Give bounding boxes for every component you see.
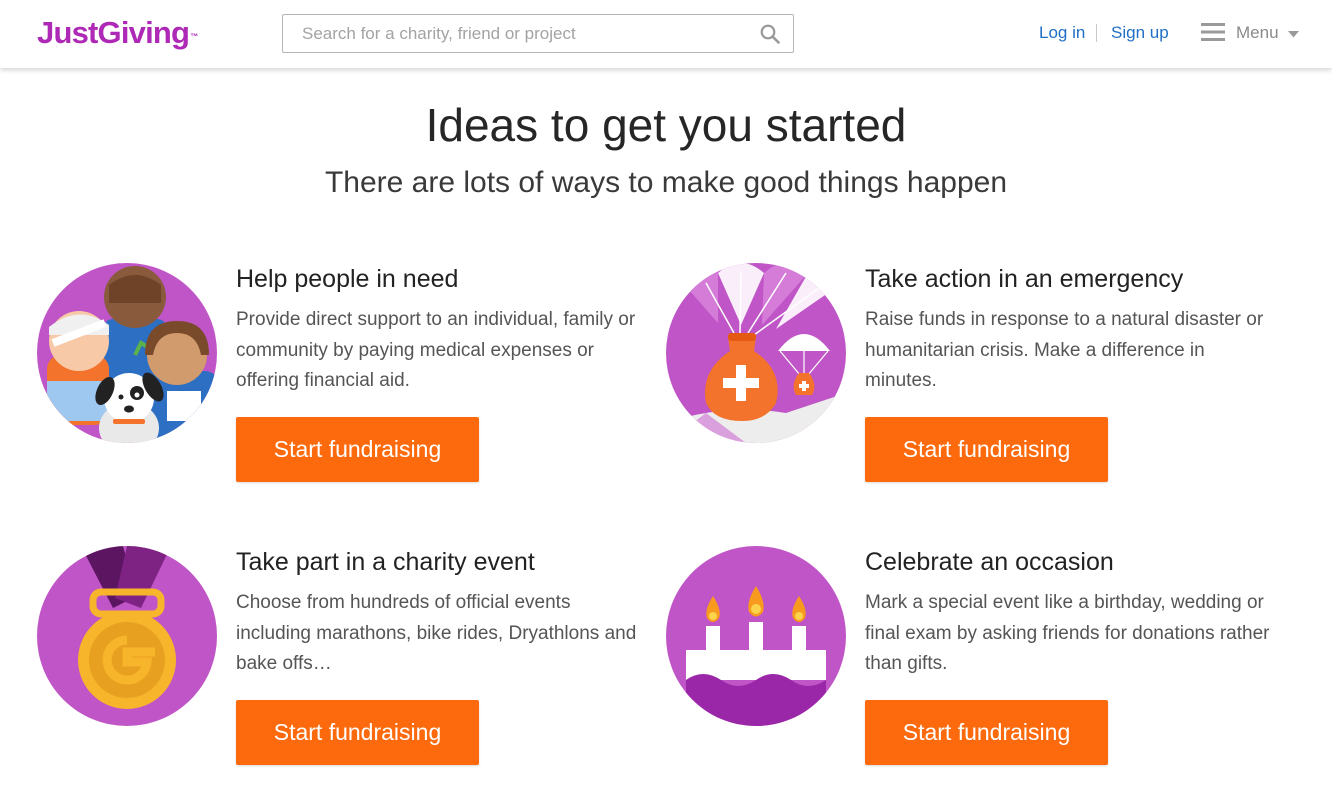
start-fundraising-button[interactable]: Start fundraising <box>236 700 479 765</box>
menu-label: Menu <box>1236 23 1279 42</box>
card-description: Raise funds in response to a natural dis… <box>865 309 1264 391</box>
birthday-cake-icon <box>666 546 846 726</box>
card-description: Choose from hundreds of official events … <box>236 592 637 674</box>
card-title: Take action in an emergency <box>865 265 1184 293</box>
page-subtitle: There are lots of ways to make good thin… <box>324 166 1008 199</box>
menu-button[interactable]: Menu <box>1201 22 1306 46</box>
card-charity-event: Take part in a charity event Choose from… <box>37 546 677 776</box>
chevron-down-icon <box>1288 31 1299 38</box>
justgiving-logo[interactable]: JustGiving™ <box>37 14 198 52</box>
medal-icon <box>37 546 217 726</box>
search-icon[interactable] <box>760 24 780 44</box>
card-title: Celebrate an occasion <box>865 548 1114 576</box>
parachute-aid-icon <box>666 263 846 443</box>
search-input[interactable] <box>283 15 743 52</box>
card-description: Provide direct support to an individual,… <box>236 309 636 391</box>
card-emergency: Take action in an emergency Raise funds … <box>666 263 1306 493</box>
signup-link[interactable]: Sign up <box>1111 23 1169 43</box>
search-box <box>282 14 794 53</box>
hamburger-icon <box>1201 23 1225 41</box>
people-group-icon <box>37 263 217 443</box>
page-title: Ideas to get you started <box>425 99 907 151</box>
trademark-symbol: ™ <box>190 32 198 41</box>
start-fundraising-button[interactable]: Start fundraising <box>236 417 479 482</box>
card-title: Help people in need <box>236 265 459 293</box>
card-celebrate: Celebrate an occasion Mark a special eve… <box>666 546 1306 776</box>
start-fundraising-button[interactable]: Start fundraising <box>865 700 1108 765</box>
card-title: Take part in a charity event <box>236 548 535 576</box>
site-header: JustGiving™ Log in Sign up Menu <box>0 0 1332 68</box>
start-fundraising-button[interactable]: Start fundraising <box>865 417 1108 482</box>
card-description: Mark a special event like a birthday, we… <box>865 592 1270 674</box>
login-link[interactable]: Log in <box>1039 23 1085 43</box>
nav-divider <box>1096 24 1097 42</box>
card-help-people: Help people in need Provide direct suppo… <box>37 263 677 493</box>
